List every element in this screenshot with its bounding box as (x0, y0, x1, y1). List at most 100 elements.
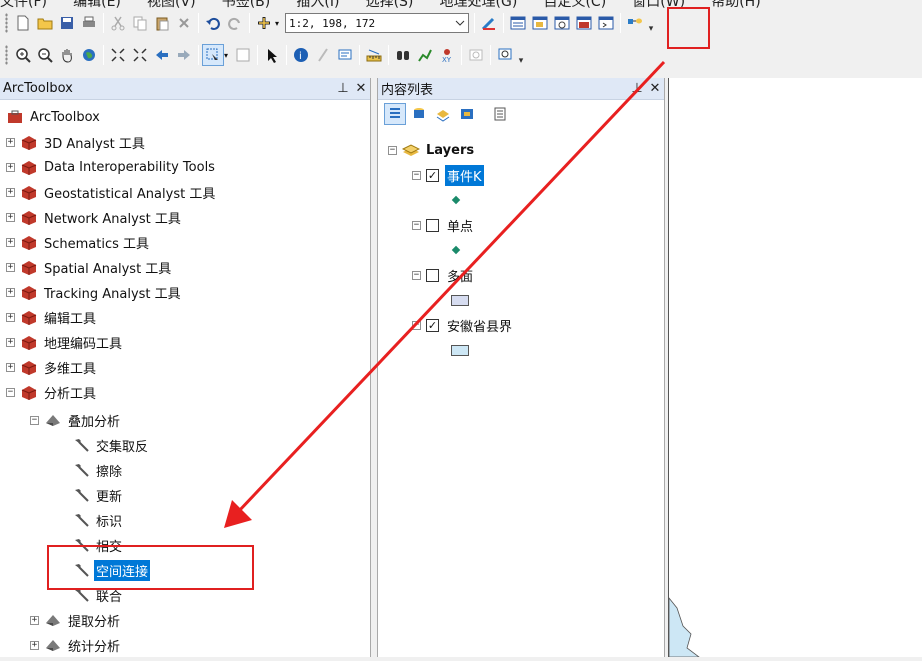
fixed-zoom-in-icon[interactable] (107, 44, 129, 66)
expand-icon[interactable]: + (6, 187, 15, 197)
toolbox-analysis[interactable]: − 分析工具 (6, 381, 98, 403)
toolbox-geostatistical[interactable]: + Geostatistical Analyst 工具 (6, 181, 217, 203)
zoom-out-icon[interactable] (34, 44, 56, 66)
identify-icon[interactable]: i (290, 44, 312, 66)
full-extent-icon[interactable] (78, 44, 100, 66)
expand-icon[interactable]: + (6, 362, 15, 372)
layer-row-0[interactable]: − ✓ 事件K (412, 164, 484, 186)
layer-name-1[interactable]: 单点 (445, 215, 475, 236)
layer-row-1[interactable]: − 单点 (412, 214, 475, 236)
cut-icon[interactable] (107, 12, 129, 34)
layer-row-2[interactable]: − 多面 (412, 264, 475, 286)
close-icon[interactable]: ✕ (352, 81, 370, 96)
new-document-icon[interactable] (12, 12, 34, 34)
pin-icon[interactable]: ⊥ (334, 81, 352, 96)
expand-icon[interactable]: + (6, 212, 15, 222)
expand-icon[interactable]: + (6, 237, 15, 247)
expand-icon[interactable]: + (6, 312, 15, 322)
layer-row-3[interactable]: − ✓ 安徽省县界 (412, 314, 514, 336)
paste-icon[interactable] (151, 12, 173, 34)
search-window-icon[interactable] (551, 12, 573, 34)
menu-file[interactable]: 文件(F) (0, 0, 47, 9)
tool-symmetrical-difference[interactable]: 交集取反 (72, 434, 150, 456)
polygon-symbol-2[interactable] (451, 289, 469, 311)
collapse-icon[interactable]: − (412, 270, 421, 280)
toolbar-options-icon[interactable]: ▾ (516, 44, 526, 66)
layers-group[interactable]: − Layers (388, 139, 476, 161)
back-arrow-icon[interactable] (151, 44, 173, 66)
select-dropdown-icon[interactable]: ▾ (224, 51, 232, 60)
catalog-window-icon[interactable] (529, 12, 551, 34)
time-slider-icon[interactable] (465, 44, 487, 66)
hyperlink-icon[interactable] (312, 44, 334, 66)
layer-visibility-checkbox[interactable] (426, 268, 439, 282)
toolbox-3d-analyst[interactable]: +3D Analyst 工具 (6, 131, 147, 153)
collapse-icon[interactable]: − (412, 320, 421, 330)
select-elements-icon[interactable] (261, 44, 283, 66)
expand-icon[interactable]: + (6, 262, 15, 272)
toolbar-grip[interactable] (5, 13, 8, 33)
layer-name-2[interactable]: 多面 (445, 265, 475, 286)
editor-toolbar-icon[interactable] (478, 12, 500, 34)
add-data-icon[interactable] (253, 12, 275, 34)
save-icon[interactable] (56, 12, 78, 34)
menu-help[interactable]: 帮助(H) (711, 0, 760, 9)
toolbox-editing[interactable]: + 编辑工具 (6, 306, 98, 328)
point-symbol-1[interactable] (451, 239, 461, 261)
pin-icon[interactable]: ⊥ (628, 81, 646, 96)
delete-icon[interactable] (173, 12, 195, 34)
extract-group[interactable]: + 提取分析 (30, 609, 122, 631)
create-viewer-window-icon[interactable] (494, 44, 516, 66)
menu-view[interactable]: 视图(V) (147, 0, 196, 9)
find-route-icon[interactable] (414, 44, 436, 66)
map-scale-combobox[interactable]: 1:2, 198, 172 (285, 13, 469, 33)
redo-icon[interactable] (224, 12, 246, 34)
expand-icon[interactable]: + (30, 615, 39, 625)
fixed-zoom-out-icon[interactable] (129, 44, 151, 66)
add-data-dropdown-icon[interactable]: ▾ (275, 19, 283, 28)
expand-icon[interactable]: + (6, 162, 15, 172)
copy-icon[interactable] (129, 12, 151, 34)
expand-icon[interactable]: + (6, 287, 15, 297)
toolbox-network[interactable]: + Network Analyst 工具 (6, 206, 183, 228)
collapse-icon[interactable]: − (412, 220, 421, 230)
undo-icon[interactable] (202, 12, 224, 34)
menu-bookmarks[interactable]: 书签(B) (222, 0, 271, 9)
toolbox-spatial[interactable]: + Spatial Analyst 工具 (6, 256, 173, 278)
collapse-icon[interactable]: − (30, 415, 39, 425)
menu-geoprocessing[interactable]: 地理处理(G) (440, 0, 518, 9)
overlay-group[interactable]: − 叠加分析 (30, 409, 122, 431)
layer-visibility-checkbox[interactable] (426, 218, 439, 232)
python-window-icon[interactable] (595, 12, 617, 34)
list-by-visibility-icon[interactable] (432, 103, 454, 125)
layer-visibility-checkbox[interactable]: ✓ (426, 318, 439, 332)
html-popup-icon[interactable] (334, 44, 356, 66)
layer-name-0[interactable]: 事件K (445, 164, 484, 186)
menu-selection[interactable]: 选择(S) (366, 0, 414, 9)
list-by-selection-icon[interactable] (456, 103, 478, 125)
table-of-contents-icon[interactable] (507, 12, 529, 34)
tool-identity[interactable]: 标识 (72, 509, 124, 531)
toolbox-multidimension[interactable]: + 多维工具 (6, 356, 98, 378)
toolbox-data-interop[interactable]: + Data Interoperability Tools (6, 156, 217, 178)
toolbar-options-icon[interactable]: ▾ (646, 12, 656, 34)
zoom-in-icon[interactable] (12, 44, 34, 66)
print-icon[interactable] (78, 12, 100, 34)
list-by-drawing-order-icon[interactable] (384, 103, 406, 125)
pan-hand-icon[interactable] (56, 44, 78, 66)
polygon-symbol-3[interactable] (451, 339, 469, 361)
expand-icon[interactable]: + (30, 640, 39, 650)
options-icon[interactable] (489, 103, 511, 125)
layer-visibility-checkbox[interactable]: ✓ (426, 168, 439, 182)
close-icon[interactable]: ✕ (646, 81, 664, 96)
clear-selection-icon[interactable] (232, 44, 254, 66)
menu-insert[interactable]: 插入(I) (296, 0, 339, 9)
collapse-icon[interactable]: − (6, 387, 15, 397)
measure-icon[interactable] (363, 44, 385, 66)
collapse-icon[interactable]: − (388, 145, 397, 155)
toolbox-schematics[interactable]: + Schematics 工具 (6, 231, 151, 253)
toolbox-tracking[interactable]: + Tracking Analyst 工具 (6, 281, 183, 303)
menu-customize[interactable]: 自定义(C) (543, 0, 606, 9)
list-by-source-icon[interactable] (408, 103, 430, 125)
chevron-down-icon[interactable] (455, 18, 465, 28)
